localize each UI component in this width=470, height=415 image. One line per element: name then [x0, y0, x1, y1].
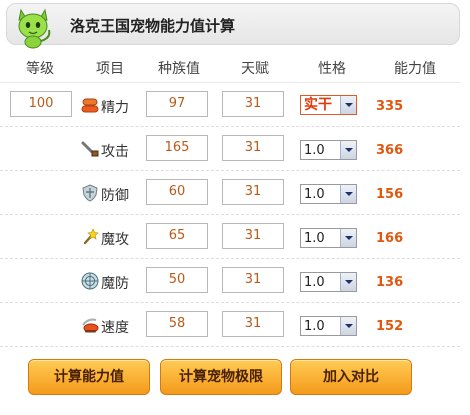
chevron-down-icon[interactable] — [340, 185, 356, 203]
nature-select-stamina[interactable]: 实干 — [300, 95, 357, 115]
stat-row-magic-defense: 魔防 50 31 1.0 136 — [0, 259, 470, 303]
column-header-item: 项目 — [96, 61, 124, 77]
race-input-stamina[interactable]: 97 — [146, 91, 208, 117]
nature-value-magic-attack: 1.0 — [304, 231, 325, 246]
attack-icon — [81, 141, 99, 157]
add-compare-button[interactable]: 加入对比 — [290, 359, 412, 395]
stat-label-defense: 防御 — [101, 188, 129, 204]
talent-input-stamina[interactable]: 31 — [222, 91, 284, 117]
column-header-ability: 能力值 — [394, 61, 436, 77]
calculate-limit-button[interactable]: 计算宠物极限 — [160, 359, 282, 395]
header-bar: 洛克王国宠物能力值计算 — [6, 3, 460, 49]
stat-row-defense: 防御 60 31 1.0 156 — [0, 171, 470, 215]
nature-select-attack[interactable]: 1.0 — [300, 140, 357, 160]
stat-label-magic-attack: 魔攻 — [101, 232, 129, 248]
stamina-icon — [81, 98, 99, 113]
stat-row-magic-attack: 魔攻 65 31 1.0 166 — [0, 215, 470, 259]
nature-select-speed[interactable]: 1.0 — [300, 316, 357, 336]
nature-value-magic-defense: 1.0 — [304, 275, 325, 290]
stat-label-magic-defense: 魔防 — [101, 276, 129, 292]
speed-icon — [82, 318, 99, 333]
stat-label-stamina: 精力 — [101, 100, 129, 116]
magic-wand-icon — [83, 228, 99, 245]
row-divider — [0, 346, 460, 347]
ability-value-stamina: 335 — [376, 99, 404, 114]
stat-row-speed: 速度 58 31 1.0 152 — [0, 303, 470, 347]
nature-select-magic-defense[interactable]: 1.0 — [300, 272, 357, 292]
column-header-race: 种族值 — [158, 61, 200, 77]
chevron-down-icon[interactable] — [340, 141, 356, 159]
column-header-nature: 性格 — [318, 61, 346, 77]
talent-input-defense[interactable]: 31 — [222, 179, 284, 205]
talent-input-speed[interactable]: 31 — [222, 311, 284, 337]
calculate-ability-button[interactable]: 计算能力值 — [28, 359, 150, 395]
page-title: 洛克王国宠物能力值计算 — [70, 17, 236, 35]
chevron-down-icon[interactable] — [340, 96, 356, 114]
stat-label-speed: 速度 — [101, 320, 129, 336]
nature-value-speed: 1.0 — [304, 319, 325, 334]
talent-input-magic-defense[interactable]: 31 — [222, 267, 284, 293]
nature-select-magic-attack[interactable]: 1.0 — [300, 228, 357, 248]
ability-value-defense: 156 — [376, 187, 404, 202]
ability-value-magic-attack: 166 — [376, 231, 404, 246]
ability-value-magic-defense: 136 — [376, 275, 404, 290]
chevron-down-icon[interactable] — [340, 317, 356, 335]
nature-select-defense[interactable]: 1.0 — [300, 184, 357, 204]
talent-input-magic-attack[interactable]: 31 — [222, 223, 284, 249]
magic-shield-icon — [81, 272, 99, 290]
shield-icon — [82, 184, 98, 202]
column-header-talent: 天赋 — [241, 61, 269, 77]
race-input-defense[interactable]: 60 — [146, 179, 208, 205]
column-header-level: 等级 — [26, 61, 54, 77]
nature-value-stamina: 实干 — [304, 97, 332, 113]
talent-input-attack[interactable]: 31 — [222, 135, 284, 161]
ability-value-attack: 366 — [376, 143, 404, 158]
ability-value-speed: 152 — [376, 319, 404, 334]
nature-value-defense: 1.0 — [304, 187, 325, 202]
chevron-down-icon[interactable] — [340, 229, 356, 247]
race-input-speed[interactable]: 58 — [146, 311, 208, 337]
stat-row-attack: 攻击 165 31 1.0 366 — [0, 127, 470, 171]
race-input-attack[interactable]: 165 — [146, 135, 208, 161]
stat-row-stamina: 精力 97 31 实干 335 — [0, 83, 470, 127]
race-input-magic-attack[interactable]: 65 — [146, 223, 208, 249]
nature-value-attack: 1.0 — [304, 143, 325, 158]
chevron-down-icon[interactable] — [340, 273, 356, 291]
race-input-magic-defense[interactable]: 50 — [146, 267, 208, 293]
stat-label-attack: 攻击 — [101, 144, 129, 160]
pet-stat-calculator: 洛克王国宠物能力值计算 等级 项目 种族值 天赋 性格 能力值 100 精力 9… — [0, 0, 470, 415]
mascot-icon — [18, 8, 51, 49]
